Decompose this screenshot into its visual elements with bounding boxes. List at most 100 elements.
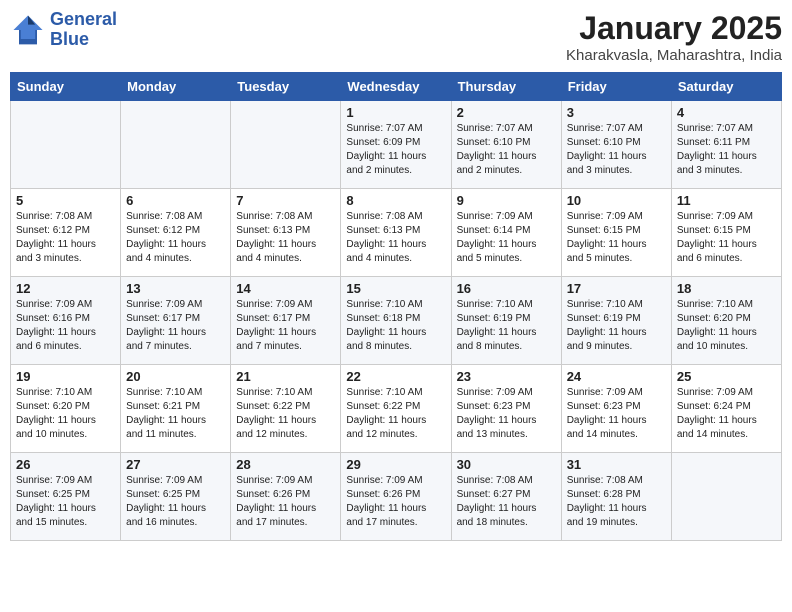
day-number: 12 [16, 281, 115, 296]
day-cell: 7 Sunrise: 7:08 AM Sunset: 6:13 PM Daylig… [231, 189, 341, 277]
day-number: 18 [677, 281, 776, 296]
page-title: January 2025 [566, 10, 782, 47]
day-info: Sunrise: 7:10 AM Sunset: 6:22 PM Dayligh… [236, 386, 335, 442]
day-cell: 5Sunrise: 7:08 AM Sunset: 6:12 PM Daylig… [11, 189, 121, 277]
day-info: Sunrise: 7:09 AM Sunset: 6:23 PM Dayligh… [457, 386, 556, 442]
day-info: Sunrise: 7:08 AM Sunset: 6:13 PM Dayligh… [346, 210, 445, 266]
title-block: January 2025 Kharakvasla, Maharashtra, I… [566, 10, 782, 64]
day-cell [671, 453, 781, 541]
day-number: 7 [236, 193, 335, 208]
day-info: Sunrise: 7:09 AM Sunset: 6:17 PM Dayligh… [236, 298, 335, 354]
col-header-thursday: Thursday [451, 73, 561, 101]
logo: General Blue [10, 10, 117, 50]
calendar-header-row: SundayMondayTuesdayWednesdayThursdayFrid… [11, 73, 782, 101]
week-row-5: 26Sunrise: 7:09 AM Sunset: 6:25 PM Dayli… [11, 453, 782, 541]
day-cell: 10 Sunrise: 7:09 AM Sunset: 6:15 PM Dayli… [561, 189, 671, 277]
day-number: 17 [567, 281, 666, 296]
col-header-sunday: Sunday [11, 73, 121, 101]
day-number: 4 [677, 105, 776, 120]
day-info: Sunrise: 7:09 AM Sunset: 6:14 PM Dayligh… [457, 210, 556, 266]
day-cell: 9 Sunrise: 7:09 AM Sunset: 6:14 PM Daylig… [451, 189, 561, 277]
day-number: 21 [236, 369, 335, 384]
day-cell: 29 Sunrise: 7:09 AM Sunset: 6:26 PM Dayli… [341, 453, 451, 541]
day-info: Sunrise: 7:08 AM Sunset: 6:27 PM Dayligh… [457, 474, 556, 530]
day-cell: 15 Sunrise: 7:10 AM Sunset: 6:18 PM Dayli… [341, 277, 451, 365]
day-cell: 28Sunrise: 7:09 AM Sunset: 6:26 PM Dayli… [231, 453, 341, 541]
day-info: Sunrise: 7:09 AM Sunset: 6:26 PM Dayligh… [346, 474, 445, 530]
day-cell: 1Sunrise: 7:07 AM Sunset: 6:09 PM Daylig… [341, 101, 451, 189]
day-number: 16 [457, 281, 556, 296]
day-number: 15 [346, 281, 445, 296]
day-info: Sunrise: 7:10 AM Sunset: 6:18 PM Dayligh… [346, 298, 445, 354]
day-cell: 24 Sunrise: 7:09 AM Sunset: 6:23 PM Dayli… [561, 365, 671, 453]
day-number: 6 [126, 193, 225, 208]
page-header: General Blue January 2025 Kharakvasla, M… [10, 10, 782, 64]
day-cell: 4Sunrise: 7:07 AM Sunset: 6:11 PM Daylig… [671, 101, 781, 189]
day-number: 29 [346, 457, 445, 472]
day-info: Sunrise: 7:09 AM Sunset: 6:16 PM Dayligh… [16, 298, 115, 354]
day-number: 9 [457, 193, 556, 208]
day-info: Sunrise: 7:09 AM Sunset: 6:25 PM Dayligh… [126, 474, 225, 530]
day-cell: 17 Sunrise: 7:10 AM Sunset: 6:19 PM Dayli… [561, 277, 671, 365]
day-cell: 26Sunrise: 7:09 AM Sunset: 6:25 PM Dayli… [11, 453, 121, 541]
week-row-3: 12 Sunrise: 7:09 AM Sunset: 6:16 PM Dayli… [11, 277, 782, 365]
day-cell [121, 101, 231, 189]
col-header-tuesday: Tuesday [231, 73, 341, 101]
day-cell: 14Sunrise: 7:09 AM Sunset: 6:17 PM Dayli… [231, 277, 341, 365]
col-header-friday: Friday [561, 73, 671, 101]
logo-line2: Blue [50, 30, 117, 50]
day-info: Sunrise: 7:09 AM Sunset: 6:15 PM Dayligh… [567, 210, 666, 266]
day-cell: 19Sunrise: 7:10 AM Sunset: 6:20 PM Dayli… [11, 365, 121, 453]
day-number: 10 [567, 193, 666, 208]
logo-icon [10, 12, 46, 48]
day-cell: 13 Sunrise: 7:09 AM Sunset: 6:17 PM Dayli… [121, 277, 231, 365]
day-info: Sunrise: 7:10 AM Sunset: 6:21 PM Dayligh… [126, 386, 225, 442]
day-cell: 16 Sunrise: 7:10 AM Sunset: 6:19 PM Dayli… [451, 277, 561, 365]
day-cell: 27Sunrise: 7:09 AM Sunset: 6:25 PM Dayli… [121, 453, 231, 541]
col-header-wednesday: Wednesday [341, 73, 451, 101]
day-info: Sunrise: 7:09 AM Sunset: 6:17 PM Dayligh… [126, 298, 225, 354]
day-cell: 18 Sunrise: 7:10 AM Sunset: 6:20 PM Dayli… [671, 277, 781, 365]
day-cell: 25 Sunrise: 7:09 AM Sunset: 6:24 PM Dayli… [671, 365, 781, 453]
day-number: 31 [567, 457, 666, 472]
day-cell: 11Sunrise: 7:09 AM Sunset: 6:15 PM Dayli… [671, 189, 781, 277]
day-info: Sunrise: 7:07 AM Sunset: 6:10 PM Dayligh… [567, 122, 666, 178]
day-number: 3 [567, 105, 666, 120]
day-info: Sunrise: 7:09 AM Sunset: 6:23 PM Dayligh… [567, 386, 666, 442]
week-row-4: 19Sunrise: 7:10 AM Sunset: 6:20 PM Dayli… [11, 365, 782, 453]
day-cell: 20 Sunrise: 7:10 AM Sunset: 6:21 PM Dayli… [121, 365, 231, 453]
day-number: 20 [126, 369, 225, 384]
day-cell: 31 Sunrise: 7:08 AM Sunset: 6:28 PM Dayli… [561, 453, 671, 541]
day-info: Sunrise: 7:10 AM Sunset: 6:20 PM Dayligh… [16, 386, 115, 442]
day-cell [11, 101, 121, 189]
day-info: Sunrise: 7:09 AM Sunset: 6:25 PM Dayligh… [16, 474, 115, 530]
day-info: Sunrise: 7:08 AM Sunset: 6:13 PM Dayligh… [236, 210, 335, 266]
day-number: 24 [567, 369, 666, 384]
day-cell: 21 Sunrise: 7:10 AM Sunset: 6:22 PM Dayli… [231, 365, 341, 453]
day-number: 25 [677, 369, 776, 384]
day-cell: 8Sunrise: 7:08 AM Sunset: 6:13 PM Daylig… [341, 189, 451, 277]
day-info: Sunrise: 7:10 AM Sunset: 6:22 PM Dayligh… [346, 386, 445, 442]
day-number: 11 [677, 193, 776, 208]
day-cell: 2Sunrise: 7:07 AM Sunset: 6:10 PM Daylig… [451, 101, 561, 189]
day-info: Sunrise: 7:10 AM Sunset: 6:19 PM Dayligh… [457, 298, 556, 354]
calendar-table: SundayMondayTuesdayWednesdayThursdayFrid… [10, 72, 782, 541]
day-number: 22 [346, 369, 445, 384]
day-number: 23 [457, 369, 556, 384]
day-info: Sunrise: 7:10 AM Sunset: 6:20 PM Dayligh… [677, 298, 776, 354]
day-number: 2 [457, 105, 556, 120]
day-info: Sunrise: 7:10 AM Sunset: 6:19 PM Dayligh… [567, 298, 666, 354]
day-cell: 23 Sunrise: 7:09 AM Sunset: 6:23 PM Dayli… [451, 365, 561, 453]
page-subtitle: Kharakvasla, Maharashtra, India [566, 47, 782, 64]
day-info: Sunrise: 7:09 AM Sunset: 6:24 PM Dayligh… [677, 386, 776, 442]
day-number: 5 [16, 193, 115, 208]
week-row-1: 1Sunrise: 7:07 AM Sunset: 6:09 PM Daylig… [11, 101, 782, 189]
day-number: 13 [126, 281, 225, 296]
day-cell: 6 Sunrise: 7:08 AM Sunset: 6:12 PM Daylig… [121, 189, 231, 277]
day-info: Sunrise: 7:08 AM Sunset: 6:12 PM Dayligh… [126, 210, 225, 266]
day-info: Sunrise: 7:08 AM Sunset: 6:28 PM Dayligh… [567, 474, 666, 530]
day-cell: 30 Sunrise: 7:08 AM Sunset: 6:27 PM Dayli… [451, 453, 561, 541]
day-cell: 22 Sunrise: 7:10 AM Sunset: 6:22 PM Dayli… [341, 365, 451, 453]
day-number: 30 [457, 457, 556, 472]
day-number: 28 [236, 457, 335, 472]
